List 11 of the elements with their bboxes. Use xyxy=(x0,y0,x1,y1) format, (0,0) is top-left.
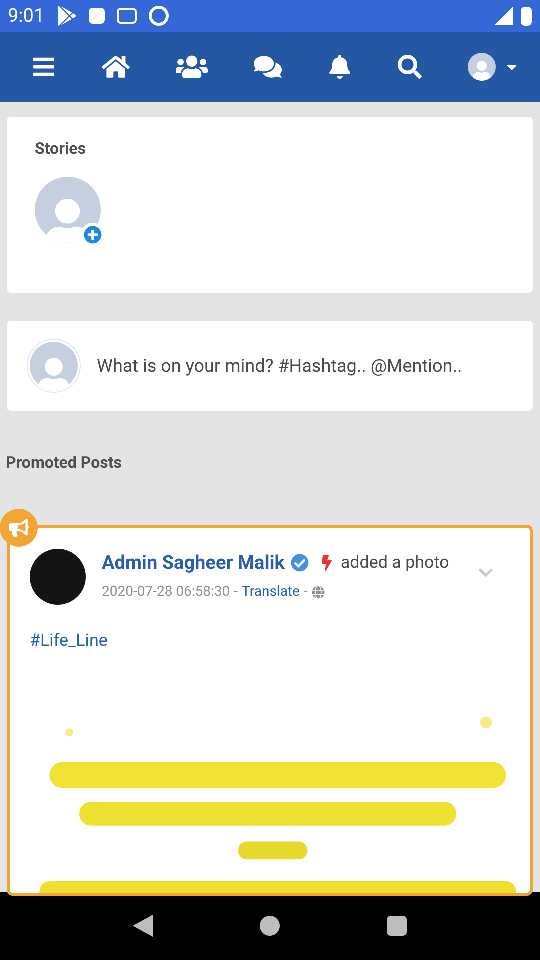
separator: - xyxy=(234,582,238,602)
post-timestamp: 2020-07-28 06:58:30 xyxy=(102,582,230,602)
stories-title: Stories xyxy=(35,138,88,160)
separator: - xyxy=(304,582,308,602)
status-time: 9:01 xyxy=(8,2,45,29)
author-name[interactable]: Admin Sagheer Malik xyxy=(102,549,285,578)
post-action: added a photo xyxy=(340,552,450,574)
translate-link[interactable]: Translate xyxy=(242,582,300,602)
post-hashtag[interactable]: #Life_Line xyxy=(10,629,128,654)
section-title: Promoted Posts xyxy=(6,452,123,474)
composer-field[interactable]: What is on your mind? #Hashtag.. @Mention.. xyxy=(97,352,462,380)
